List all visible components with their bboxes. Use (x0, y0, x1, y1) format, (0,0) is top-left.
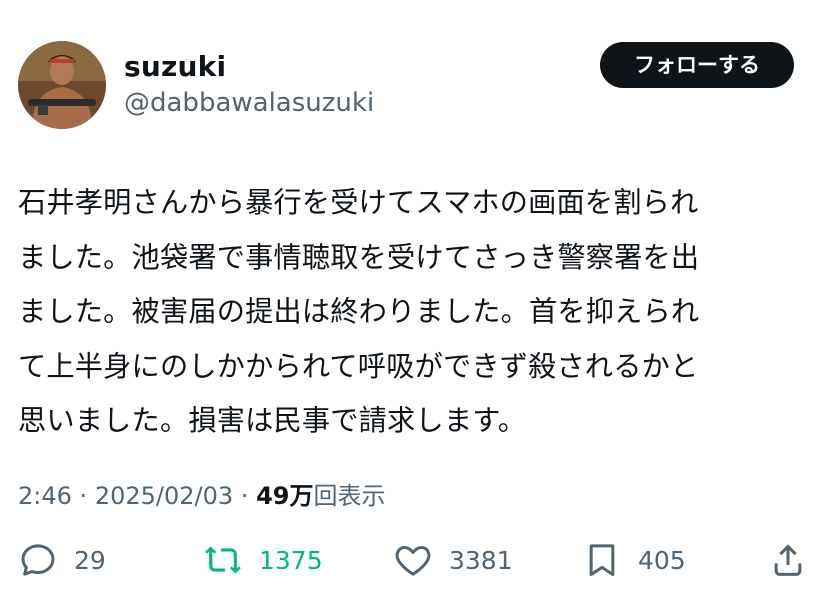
avatar[interactable] (18, 41, 106, 129)
tweet-date[interactable]: 2025/02/03 (95, 482, 233, 510)
user-handle[interactable]: @dabbawalasuzuki (124, 88, 374, 118)
bookmark-icon (589, 544, 615, 576)
heart-icon (395, 546, 431, 576)
views-label: 回表示 (313, 482, 386, 510)
share-button[interactable] (768, 536, 808, 584)
views-count: 49万 (256, 482, 314, 510)
like-count: 3381 (449, 545, 513, 575)
bookmark-count: 405 (638, 545, 686, 575)
tweet-line: 石井孝明さんから暴行を受けてスマホの画面を割られ (18, 186, 699, 219)
reply-icon (21, 544, 55, 576)
retweet-count: 1375 (259, 545, 323, 575)
tweet-time[interactable]: 2:46 (18, 482, 72, 510)
retweet-icon (205, 546, 241, 574)
profile-photo-icon (18, 41, 106, 129)
meta-separator: · (240, 482, 249, 510)
tweet-line: ました。池袋署で事情聴取を受けてさっき警察署を出 (18, 240, 700, 274)
like-button[interactable]: 3381 (393, 536, 513, 584)
follow-button[interactable]: フォローする (600, 42, 794, 88)
tweet-text: 石井孝明さんから暴行を受けてスマホの画面を割られ ました。池袋署で事情聴取を受け… (18, 176, 808, 449)
display-name[interactable]: suzuki (124, 50, 226, 83)
tweet-meta: 2:46 · 2025/02/03 · 49万回表示 (18, 476, 385, 511)
bookmark-button[interactable]: 405 (582, 536, 686, 584)
retweet-button[interactable]: 1375 (203, 536, 323, 584)
share-icon (774, 544, 802, 576)
tweet-line: て上半身にのしかかられて呼吸ができず殺されるかと (18, 349, 699, 383)
tweet-line: ました。被害届の提出は終わりました。首を抑えられ (18, 295, 700, 328)
reply-count: 29 (74, 545, 106, 575)
reply-button[interactable]: 29 (18, 536, 106, 584)
tweet-line: 思いました。損害は民事で請求します。 (18, 404, 527, 437)
meta-separator: · (79, 482, 88, 510)
